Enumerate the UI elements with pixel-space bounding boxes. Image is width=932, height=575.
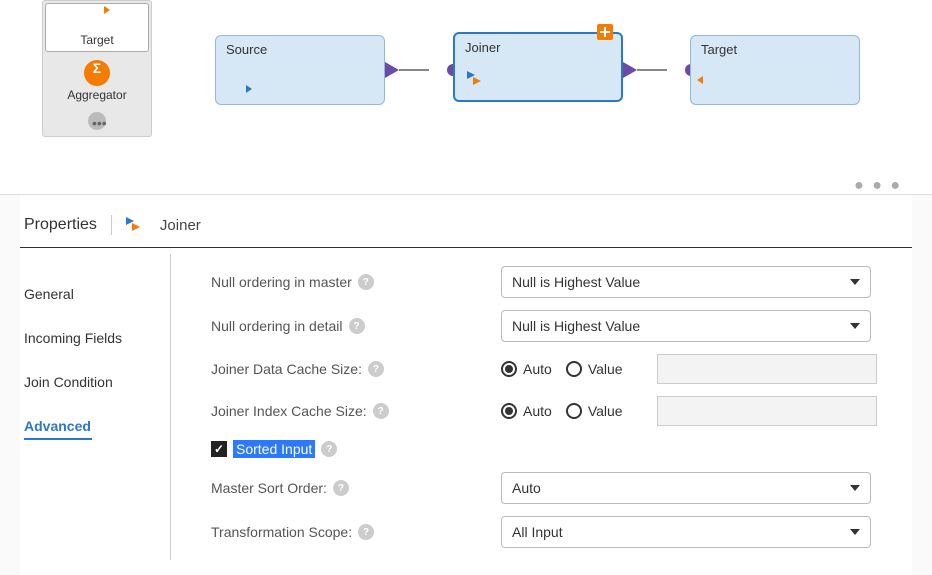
radio-checked-icon	[501, 361, 517, 377]
index-cache-auto-radio[interactable]: Auto	[501, 403, 552, 419]
radio-checked-icon	[501, 403, 517, 419]
select-value: All Input	[512, 524, 563, 540]
tab-join-condition[interactable]: Join Condition	[24, 360, 170, 404]
help-icon[interactable]: ?	[349, 318, 365, 334]
palette-item-target[interactable]: Target	[45, 3, 149, 52]
help-icon[interactable]: ?	[368, 361, 384, 377]
node-target[interactable]: Target	[690, 35, 860, 105]
radio-label: Auto	[523, 403, 552, 419]
joiner-icon	[467, 71, 487, 90]
panel-resize-handle[interactable]: ● ● ●	[854, 177, 902, 195]
radio-label: Auto	[523, 361, 552, 377]
data-cache-auto-radio[interactable]: Auto	[501, 361, 552, 377]
sigma-icon: Σ	[84, 60, 110, 86]
scope-label: Transformation Scope:	[211, 524, 352, 540]
connector-line	[399, 69, 429, 71]
index-cache-value-radio[interactable]: Value	[566, 403, 623, 419]
radio-label: Value	[588, 403, 623, 419]
component-palette: Target Σ Aggregator •••	[42, 0, 152, 137]
header-divider	[111, 215, 112, 235]
radio-unchecked-icon	[566, 361, 582, 377]
index-cache-label: Joiner Index Cache Size:	[211, 403, 367, 419]
select-value: Null is Highest Value	[512, 318, 640, 334]
index-cache-value-input[interactable]	[657, 396, 877, 426]
sorted-input-label: Sorted Input	[233, 440, 315, 458]
help-icon[interactable]: ?	[358, 524, 374, 540]
palette-item-label: Aggregator	[47, 88, 147, 102]
connector-line	[637, 69, 667, 71]
connector-arrow-hollow	[667, 62, 681, 78]
data-cache-value-input[interactable]	[657, 354, 877, 384]
scope-select[interactable]: All Input	[501, 516, 871, 548]
tab-incoming-fields[interactable]: Incoming Fields	[24, 316, 170, 360]
null-master-label: Null ordering in master	[211, 274, 352, 290]
master-sort-label: Master Sort Order:	[211, 480, 327, 496]
palette-more-icon[interactable]: •••	[88, 112, 106, 130]
tab-general[interactable]: General	[24, 272, 170, 316]
chevron-down-icon	[850, 529, 860, 535]
canvas-area: Target Σ Aggregator ••• Source Joiner Ta…	[0, 0, 932, 195]
palette-item-aggregator[interactable]: Σ Aggregator	[43, 54, 151, 106]
tab-advanced[interactable]: Advanced	[24, 404, 170, 454]
palette-item-label: Target	[50, 33, 144, 47]
null-detail-label: Null ordering in detail	[211, 318, 343, 334]
chevron-down-icon	[850, 485, 860, 491]
connector-arrow	[385, 62, 399, 78]
properties-tabs: General Incoming Fields Join Condition A…	[20, 254, 170, 560]
data-cache-value-radio[interactable]: Value	[566, 361, 623, 377]
data-cache-label: Joiner Data Cache Size:	[211, 361, 362, 377]
null-master-select[interactable]: Null is Highest Value	[501, 266, 871, 298]
joiner-icon	[126, 217, 146, 233]
chevron-down-icon	[850, 323, 860, 329]
help-icon[interactable]: ?	[358, 274, 374, 290]
master-sort-select[interactable]: Auto	[501, 472, 871, 504]
advanced-form: Null ordering in master ? Null is Highes…	[171, 254, 912, 560]
properties-header: Properties Joiner	[20, 215, 912, 248]
null-detail-select[interactable]: Null is Highest Value	[501, 310, 871, 342]
add-badge-icon[interactable]	[597, 24, 613, 40]
target-icon	[86, 10, 108, 31]
node-joiner[interactable]: Joiner	[453, 32, 623, 102]
help-icon[interactable]: ?	[373, 403, 389, 419]
node-label: Target	[701, 42, 737, 57]
node-label: Source	[226, 42, 267, 57]
connector-arrow-hollow	[429, 62, 443, 78]
node-label: Joiner	[465, 40, 500, 55]
component-title: Joiner	[160, 217, 201, 234]
help-icon[interactable]: ?	[333, 480, 349, 496]
radio-label: Value	[588, 361, 623, 377]
select-value: Auto	[512, 480, 541, 496]
source-icon	[228, 73, 250, 94]
properties-panel: Properties Joiner General Incoming Field…	[20, 195, 912, 575]
sorted-input-checkbox[interactable]	[211, 441, 227, 457]
properties-heading: Properties	[24, 216, 97, 234]
select-value: Null is Highest Value	[512, 274, 640, 290]
chevron-down-icon	[850, 279, 860, 285]
node-source[interactable]: Source	[215, 35, 385, 105]
help-icon[interactable]: ?	[321, 441, 337, 457]
connector-arrow	[623, 62, 637, 78]
radio-unchecked-icon	[566, 403, 582, 419]
target-icon	[703, 73, 725, 94]
